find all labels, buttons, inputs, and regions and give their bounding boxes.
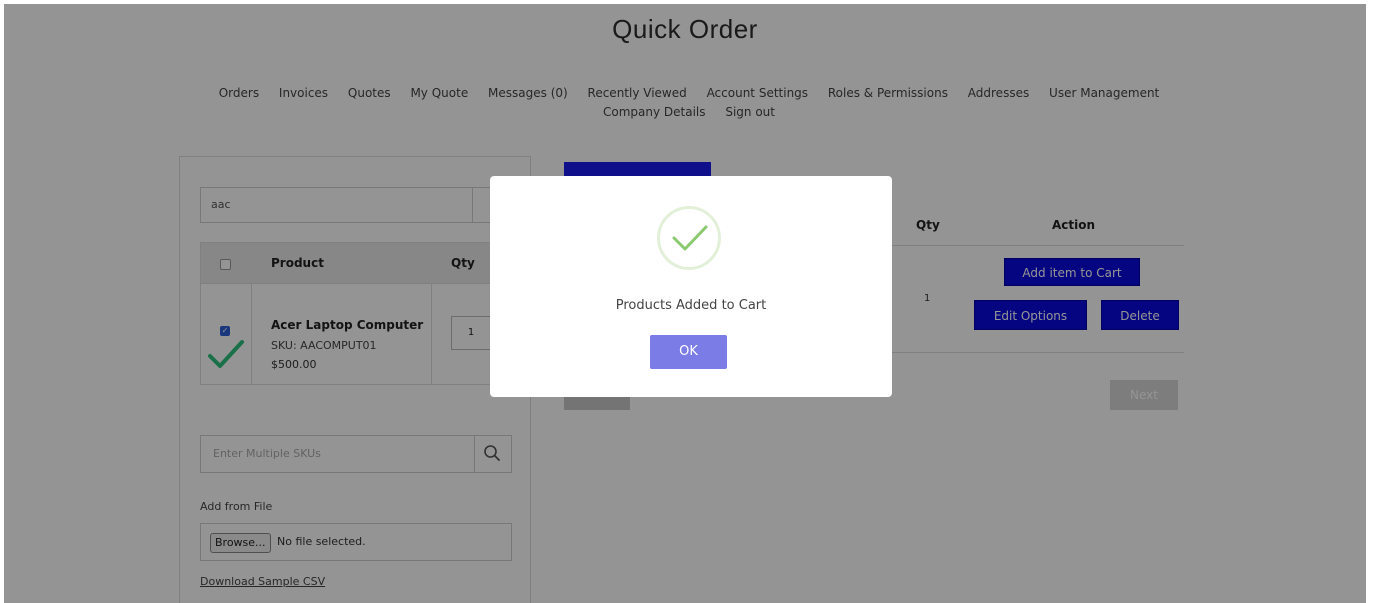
checkmark-icon	[672, 225, 708, 251]
success-modal: Products Added to Cart OK	[490, 176, 892, 397]
check-circle-icon	[657, 206, 721, 270]
page-frame: Quick Order Orders Invoices Quotes My Qu…	[4, 4, 1366, 603]
ok-button[interactable]: OK	[650, 335, 727, 369]
modal-message: Products Added to Cart	[615, 298, 767, 313]
